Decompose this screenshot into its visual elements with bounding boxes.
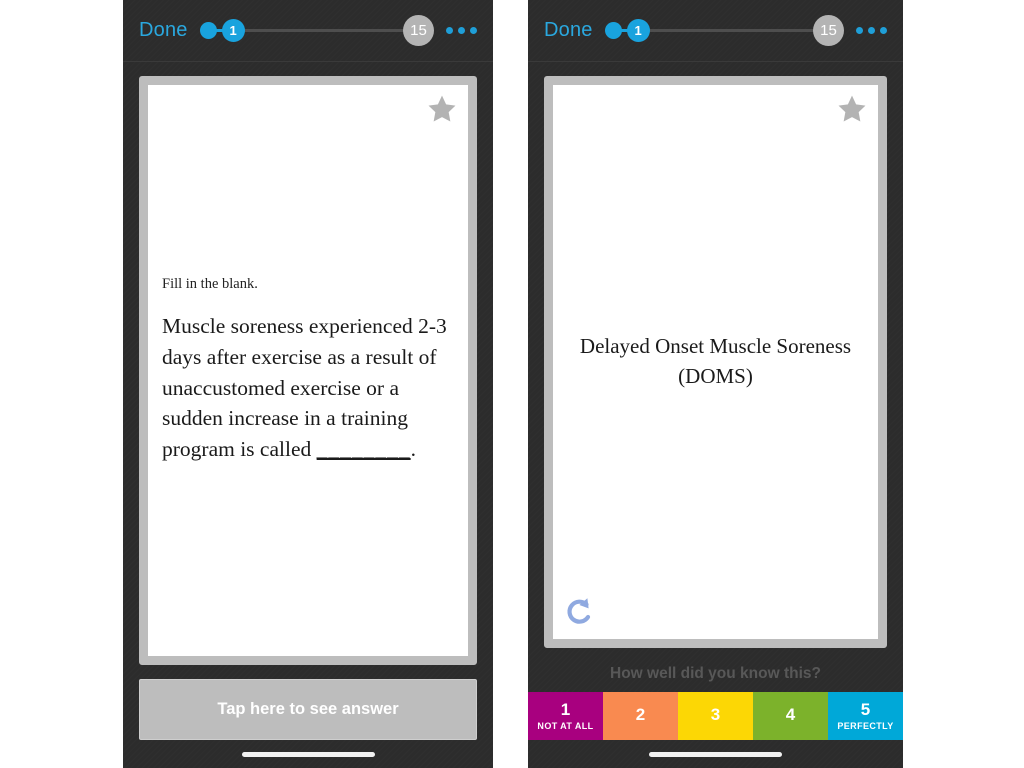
rating-sublabel: NOT AT ALL xyxy=(537,720,594,731)
card-area-left: Fill in the blank. Muscle soreness exper… xyxy=(123,62,493,679)
home-indicator[interactable] xyxy=(649,751,782,757)
rating-section: How well did you know this? 1 NOT AT ALL… xyxy=(528,662,903,740)
rating-button-1[interactable]: 1 NOT AT ALL xyxy=(528,692,603,740)
question-blank: ________ xyxy=(316,437,411,462)
rating-button-5[interactable]: 5 PERFECTLY xyxy=(828,692,903,740)
question-prompt: Fill in the blank. xyxy=(162,275,258,292)
top-bar-left: Done 1 15 xyxy=(123,0,493,62)
current-card-badge[interactable]: 1 xyxy=(626,19,650,42)
rating-number: 3 xyxy=(710,705,721,725)
done-button[interactable]: Done xyxy=(139,19,188,42)
ellipsis-dot xyxy=(868,27,875,34)
rating-number: 5 xyxy=(860,700,871,720)
card-area-right: Delayed Onset Muscle Soreness (DOMS) xyxy=(528,62,903,662)
ellipsis-dot xyxy=(470,27,477,34)
rating-button-4[interactable]: 4 xyxy=(753,692,828,740)
ellipsis-dot xyxy=(856,27,863,34)
progress-start-dot xyxy=(604,22,622,39)
phone-screen-answer: Done 1 15 Delayed Onset Muscle Soreness … xyxy=(528,0,903,768)
screenshot-stage: Done 1 15 Fill in the blank. Muscle sore… xyxy=(0,0,1024,768)
flashcard-front[interactable]: Fill in the blank. Muscle soreness exper… xyxy=(139,76,477,665)
answer-body: Delayed Onset Muscle Soreness (DOMS) xyxy=(553,85,878,639)
star-icon[interactable] xyxy=(425,92,459,126)
top-bar-right: Done 1 15 xyxy=(528,0,903,62)
answer-text: Delayed Onset Muscle Soreness (DOMS) xyxy=(580,332,851,392)
rating-number: 2 xyxy=(635,705,646,725)
answer-line-2: (DOMS) xyxy=(678,364,753,388)
rating-number: 1 xyxy=(560,700,571,720)
done-button[interactable]: Done xyxy=(544,19,593,42)
tap-to-see-answer-button[interactable]: Tap here to see answer xyxy=(139,679,477,740)
undo-arrow-icon[interactable] xyxy=(562,595,598,631)
home-indicator[interactable] xyxy=(241,751,375,757)
star-icon[interactable] xyxy=(835,92,869,126)
card-progress-bar[interactable]: 1 15 xyxy=(199,15,434,46)
ellipsis-dot xyxy=(458,27,465,34)
total-cards-badge[interactable]: 15 xyxy=(813,15,844,46)
card-progress-bar[interactable]: 1 15 xyxy=(604,15,844,46)
ellipsis-dot xyxy=(880,27,887,34)
bottom-bar-left: Tap here to see answer xyxy=(123,679,493,740)
rating-sublabel: PERFECTLY xyxy=(837,720,894,731)
ellipsis-dot xyxy=(446,27,453,34)
question-body: Fill in the blank. Muscle soreness exper… xyxy=(148,85,468,656)
answer-line-1: Delayed Onset Muscle Soreness xyxy=(579,334,852,359)
rating-prompt: How well did you know this? xyxy=(610,665,821,682)
rating-button-3[interactable]: 3 xyxy=(678,692,753,740)
current-card-badge[interactable]: 1 xyxy=(221,19,245,42)
total-cards-badge[interactable]: 15 xyxy=(403,15,434,46)
ellipsis-icon[interactable] xyxy=(444,21,479,40)
home-indicator-area-left xyxy=(123,740,493,768)
phone-screen-question: Done 1 15 Fill in the blank. Muscle sore… xyxy=(123,0,493,768)
rating-number: 4 xyxy=(785,705,796,725)
home-indicator-area-right xyxy=(528,740,903,768)
rating-buttons-row: 1 NOT AT ALL 2 3 4 5 PERFECTLY xyxy=(528,692,903,740)
question-text-after: . xyxy=(410,437,417,462)
rating-button-2[interactable]: 2 xyxy=(603,692,678,740)
flashcard-back[interactable]: Delayed Onset Muscle Soreness (DOMS) xyxy=(544,76,887,648)
ellipsis-icon[interactable] xyxy=(854,21,889,40)
progress-start-dot xyxy=(199,22,217,39)
question-text: Muscle soreness experienced 2-3 days aft… xyxy=(162,311,454,466)
